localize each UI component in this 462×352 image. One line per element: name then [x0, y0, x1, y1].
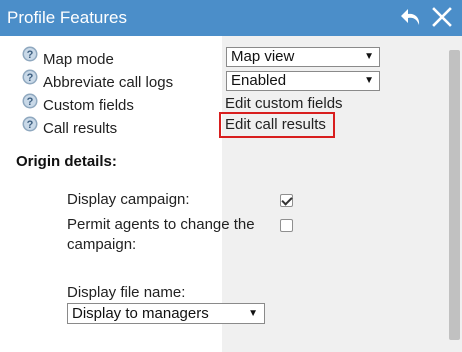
map-mode-select[interactable]: Map view ▼	[226, 47, 380, 67]
edit-call-results-link[interactable]: Edit call results	[225, 116, 326, 134]
question-circle-icon[interactable]: ?	[22, 93, 38, 109]
display-file-name-label: Display file name:	[67, 284, 186, 301]
undo-arrow-icon[interactable]	[399, 6, 423, 33]
map-mode-value: Map view	[231, 48, 295, 65]
dropdown-arrow-icon: ▼	[248, 308, 258, 319]
abbreviate-call-logs-select[interactable]: Enabled ▼	[226, 71, 380, 91]
question-circle-icon[interactable]: ?	[22, 69, 38, 85]
display-campaign-label: Display campaign:	[67, 191, 190, 208]
display-file-name-select[interactable]: Display to managers ▼	[67, 303, 265, 324]
svg-text:?: ?	[27, 72, 34, 84]
permit-agents-checkbox[interactable]	[280, 219, 293, 232]
svg-text:?: ?	[27, 119, 34, 131]
dropdown-arrow-icon: ▼	[364, 75, 374, 86]
svg-text:?: ?	[27, 96, 34, 108]
display-file-name-value: Display to managers	[72, 305, 209, 322]
title-bar: Profile Features	[0, 0, 462, 36]
map-mode-label: Map mode	[43, 51, 114, 68]
window-title: Profile Features	[7, 8, 127, 27]
vertical-scrollbar[interactable]	[447, 36, 462, 352]
dropdown-arrow-icon: ▼	[364, 51, 374, 62]
permit-agents-label-line1: Permit agents to change the	[67, 216, 255, 233]
abbreviate-call-logs-label: Abbreviate call logs	[43, 74, 174, 91]
question-circle-icon[interactable]: ?	[22, 116, 38, 132]
edit-custom-fields-link[interactable]: Edit custom fields	[225, 95, 343, 113]
close-icon[interactable]	[431, 6, 453, 33]
custom-fields-label: Custom fields	[43, 97, 134, 114]
abbreviate-call-logs-value: Enabled	[231, 72, 287, 89]
question-circle-icon[interactable]: ?	[22, 46, 38, 62]
origin-details-heading: Origin details:	[16, 153, 117, 170]
scrollbar-thumb[interactable]	[449, 50, 460, 340]
permit-agents-label-line2: campaign:	[67, 236, 137, 253]
display-campaign-checkbox[interactable]	[280, 194, 293, 207]
call-results-label: Call results	[43, 120, 118, 137]
svg-text:?: ?	[27, 49, 34, 61]
